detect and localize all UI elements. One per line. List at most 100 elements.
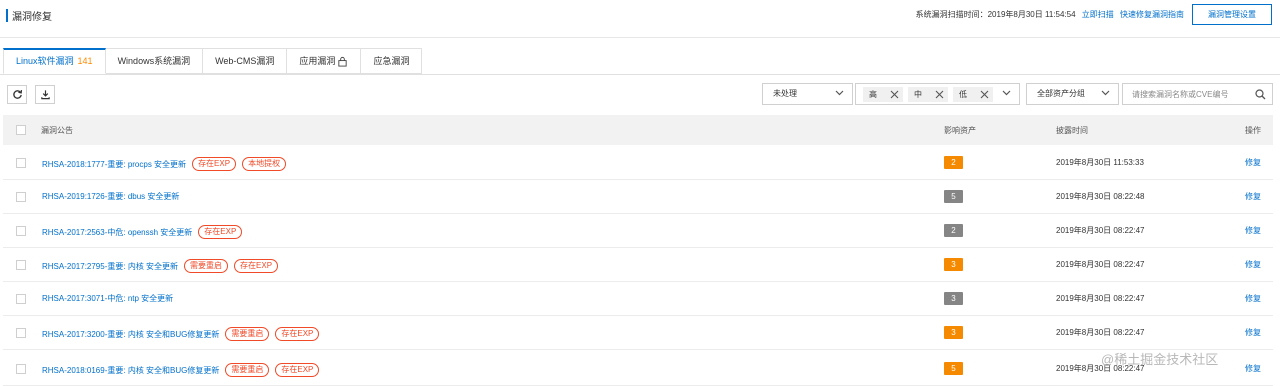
exp-tag: 存在EXP (234, 259, 279, 273)
exp-tag: 存在EXP (275, 363, 320, 377)
chevron-down-icon (1002, 90, 1011, 96)
row-checkbox[interactable] (16, 294, 26, 304)
disclosure-time: 2019年8月30日 11:53:33 (1056, 158, 1144, 167)
table-row: RHSA-2017:2795-重要: 内核 安全更新 需要重启 存在EXP 3 … (3, 248, 1273, 282)
column-header-advisory: 漏洞公告 (41, 126, 73, 135)
fix-link[interactable]: 修复 (1245, 157, 1261, 168)
row-checkbox[interactable] (16, 226, 26, 236)
tab-windows[interactable]: Windows系统漏洞 (105, 48, 204, 74)
chip-label: 中 (914, 90, 922, 99)
table-row: RHSA-2018:0169-重要: 内核 安全和BUG修复更新 需要重启 存在… (3, 352, 1273, 386)
chip-label: 高 (869, 90, 877, 99)
search-input[interactable] (1132, 84, 1256, 104)
tab-application[interactable]: 应用漏洞 (287, 48, 362, 74)
tab-label: Linux软件漏洞 (16, 56, 74, 66)
select-all-checkbox[interactable] (16, 125, 26, 135)
level-chip-medium: 中 (908, 87, 948, 102)
status-filter-value: 未处理 (773, 89, 797, 98)
download-button[interactable] (35, 85, 55, 104)
vuln-manage-settings-button[interactable]: 漏洞管理设置 (1192, 4, 1272, 25)
refresh-button[interactable] (7, 85, 27, 104)
close-icon[interactable] (890, 90, 899, 99)
advisory-link[interactable]: RHSA-2019:1726-重要: dbus 安全更新 (42, 191, 179, 202)
tab-label: Windows系统漏洞 (117, 55, 191, 66)
page-header: 漏洞修复 系统漏洞扫描时间：2019年8月30日 11:54:54 立即扫描 快… (0, 0, 1280, 38)
advisory-link[interactable]: RHSA-2018:0169-重要: 内核 安全和BUG修复更新 需要重启 存在… (42, 363, 320, 377)
fix-link[interactable]: 修复 (1245, 225, 1261, 236)
asset-group-value: 全部资产分组 (1037, 89, 1085, 98)
advisory-link[interactable]: RHSA-2017:3071-中危: ntp 安全更新 (42, 293, 173, 304)
advisory-title[interactable]: RHSA-2017:2563-中危: openssh 安全更新 (42, 227, 192, 238)
scan-info: 系统漏洞扫描时间：2019年8月30日 11:54:54 立即扫描 快速修复漏洞… (916, 9, 1184, 20)
search-box (1122, 83, 1273, 105)
advisory-link[interactable]: RHSA-2017:2795-重要: 内核 安全更新 需要重启 存在EXP (42, 259, 279, 273)
affected-assets-badge[interactable]: 3 (944, 258, 963, 271)
tab-label: Web-CMS漏洞 (215, 55, 275, 66)
status-filter-select[interactable]: 未处理 (762, 83, 853, 105)
watermark-text: @稀土掘金技术社区 (1101, 352, 1219, 367)
table-row: RHSA-2019:1726-重要: dbus 安全更新 5 2019年8月30… (3, 180, 1273, 214)
search-icon[interactable] (1255, 89, 1266, 100)
lock-icon (338, 56, 348, 67)
table-row: RHSA-2017:3071-中危: ntp 安全更新 3 2019年8月30日… (3, 282, 1273, 316)
exp-tag: 存在EXP (192, 157, 237, 171)
download-icon (40, 90, 50, 100)
affected-assets-badge[interactable]: 3 (944, 326, 963, 339)
level-chip-low: 低 (953, 87, 993, 102)
advisory-title[interactable]: RHSA-2017:3071-中危: ntp 安全更新 (42, 293, 173, 304)
fix-link[interactable]: 修复 (1245, 259, 1261, 270)
close-icon[interactable] (935, 90, 944, 99)
advisory-title[interactable]: RHSA-2018:1777-重要: procps 安全更新 (42, 159, 186, 170)
restart-required-tag: 需要重启 (184, 259, 229, 273)
row-checkbox[interactable] (16, 364, 26, 374)
affected-assets-badge[interactable]: 3 (944, 292, 963, 305)
table-row: RHSA-2018:1777-重要: procps 安全更新 存在EXP 本地提… (3, 146, 1273, 180)
disclosure-time: 2019年8月30日 08:22:48 (1056, 192, 1145, 201)
table-row: RHSA-2017:2563-中危: openssh 安全更新 存在EXP 2 … (3, 214, 1273, 248)
affected-assets-badge[interactable]: 5 (944, 362, 963, 375)
row-checkbox[interactable] (16, 192, 26, 202)
tab-divider (0, 74, 1280, 75)
tab-web-cms[interactable]: Web-CMS漏洞 (203, 48, 288, 74)
row-checkbox[interactable] (16, 260, 26, 270)
affected-assets-badge[interactable]: 2 (944, 156, 963, 169)
affected-assets-badge[interactable]: 2 (944, 224, 963, 237)
tab-emergency[interactable]: 应急漏洞 (361, 48, 423, 74)
fix-link[interactable]: 修复 (1245, 293, 1261, 304)
level-chip-high: 高 (863, 87, 903, 102)
fix-link[interactable]: 修复 (1245, 363, 1261, 374)
tab-bar: Linux软件漏洞 141 Windows系统漏洞 Web-CMS漏洞 应用漏洞… (3, 48, 423, 74)
title-accent-bar (6, 9, 8, 22)
advisory-title[interactable]: RHSA-2017:3200-重要: 内核 安全和BUG修复更新 (42, 329, 219, 340)
table-header: 漏洞公告 影响资产 披露时间 操作 (3, 115, 1273, 145)
scan-now-link[interactable]: 立即扫描 (1082, 10, 1114, 19)
advisory-title[interactable]: RHSA-2018:0169-重要: 内核 安全和BUG修复更新 (42, 365, 219, 376)
tab-count: 141 (77, 56, 93, 66)
disclosure-time: 2019年8月30日 08:22:47 (1056, 226, 1145, 235)
disclosure-time: 2019年8月30日 08:22:47 (1056, 294, 1145, 303)
row-checkbox[interactable] (16, 158, 26, 168)
exp-tag: 存在EXP (198, 225, 243, 239)
row-checkbox[interactable] (16, 328, 26, 338)
tab-label: 应用漏洞 (299, 55, 336, 66)
tab-linux[interactable]: Linux软件漏洞 141 (3, 48, 106, 74)
table-row: RHSA-2017:3200-重要: 内核 安全和BUG修复更新 需要重启 存在… (3, 316, 1273, 350)
advisory-link[interactable]: RHSA-2017:2563-中危: openssh 安全更新 存在EXP (42, 225, 243, 239)
restart-required-tag: 需要重启 (225, 327, 270, 341)
column-header-time: 披露时间 (1056, 126, 1088, 135)
fix-link[interactable]: 修复 (1245, 191, 1261, 202)
chevron-down-icon (835, 90, 844, 96)
quick-fix-guide-link[interactable]: 快速修复漏洞指南 (1120, 10, 1184, 19)
advisory-title[interactable]: RHSA-2017:2795-重要: 内核 安全更新 (42, 261, 178, 272)
restart-required-tag: 需要重启 (225, 363, 270, 377)
fix-link[interactable]: 修复 (1245, 327, 1261, 338)
affected-assets-badge[interactable]: 5 (944, 190, 963, 203)
watermark: @稀土掘金技术社区 (1101, 349, 1218, 368)
disclosure-time: 2019年8月30日 08:22:47 (1056, 328, 1145, 337)
asset-group-select[interactable]: 全部资产分组 (1026, 83, 1119, 105)
advisory-link[interactable]: RHSA-2017:3200-重要: 内核 安全和BUG修复更新 需要重启 存在… (42, 327, 320, 341)
refresh-icon (12, 90, 22, 99)
advisory-link[interactable]: RHSA-2018:1777-重要: procps 安全更新 存在EXP 本地提… (42, 157, 287, 171)
advisory-title[interactable]: RHSA-2019:1726-重要: dbus 安全更新 (42, 191, 179, 202)
close-icon[interactable] (980, 90, 989, 99)
